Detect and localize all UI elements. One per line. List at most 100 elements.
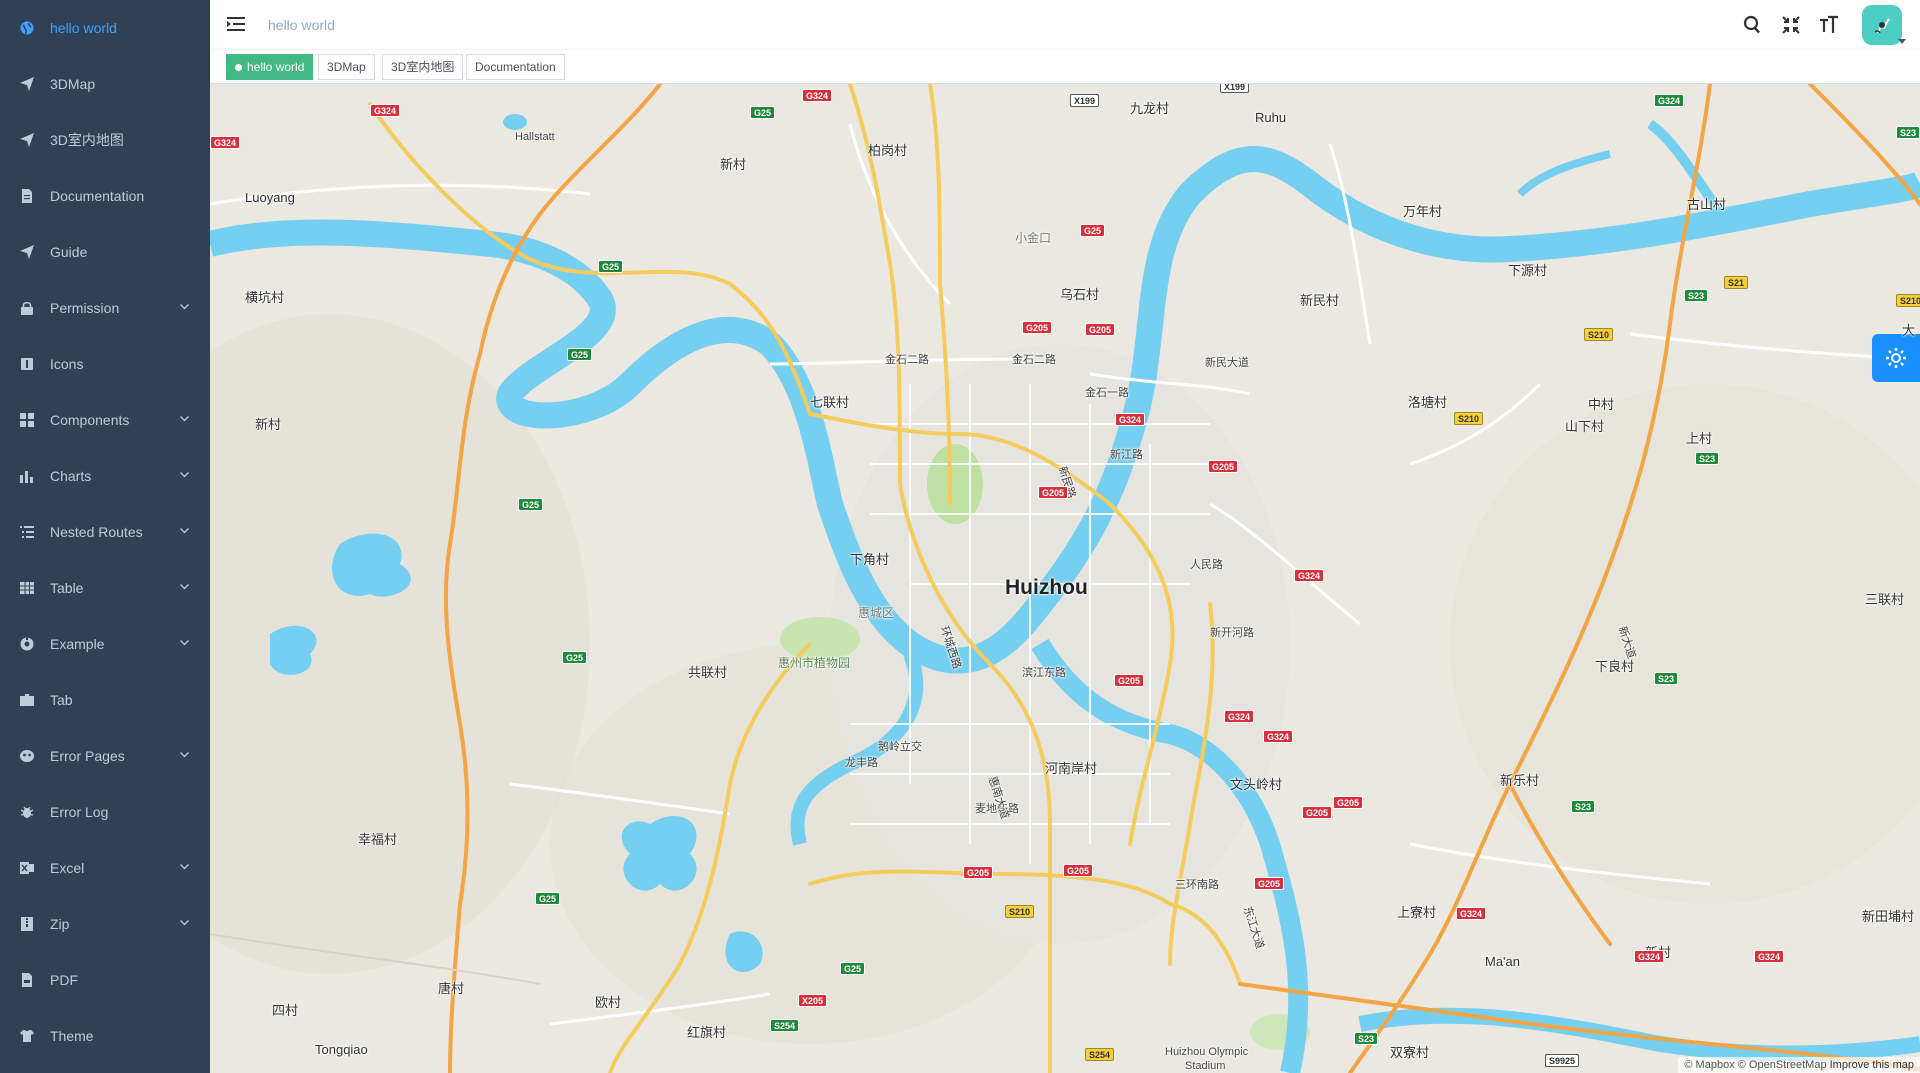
sidebar-item-example[interactable]: Example xyxy=(0,616,210,672)
road-shield: G324 xyxy=(1115,413,1146,426)
lock-icon xyxy=(20,301,34,315)
road-shield: G205 xyxy=(1254,877,1285,890)
sidebar-item-icons[interactable]: Icons xyxy=(0,336,210,392)
map[interactable]: Hallstatt Luoyang 新村 横坑村 新村 柏岗村 九龙村 Ruhu 小金口 乌石村金… xyxy=(210,84,1920,1073)
map-place-label: 柏岗村 xyxy=(868,143,908,158)
road-shield: G324 xyxy=(1263,730,1294,743)
sidebar-item-label: Icons xyxy=(50,356,84,372)
sidebar-item-nested-routes[interactable]: Nested Routes xyxy=(0,504,210,560)
sidebar-item-error-pages[interactable]: Error Pages xyxy=(0,728,210,784)
sidebar-item-tab[interactable]: Tab xyxy=(0,672,210,728)
map-place-label: 双寮村 xyxy=(1390,1045,1430,1060)
sidebar-item-zip[interactable]: Zip xyxy=(0,896,210,952)
sidebar: hello world 3DMap 3D室内地图 Documentation Guide… xyxy=(0,0,210,1073)
map-place-label: 滨江东路 xyxy=(1022,667,1066,679)
error-pages-icon xyxy=(20,749,34,763)
table-icon xyxy=(20,581,34,595)
sidebar-item-label: Zip xyxy=(50,916,70,932)
sidebar-item-permission[interactable]: Permission xyxy=(0,280,210,336)
road-shield: G205 xyxy=(1063,864,1094,877)
road-shield: S23 xyxy=(1654,672,1679,685)
components-icon xyxy=(20,413,34,427)
map-place-label: 红旗村 xyxy=(687,1025,727,1040)
map-place-label: 上寮村 xyxy=(1397,905,1437,920)
tag-0[interactable]: hello world xyxy=(226,54,314,80)
road-shield: G324 xyxy=(210,136,241,149)
sidebar-item-label: Components xyxy=(50,412,130,428)
map-place-label: 横坑村 xyxy=(245,290,285,305)
sidebar-item-pdf[interactable]: PDF xyxy=(0,952,210,1008)
sidebar-item-theme[interactable]: Theme xyxy=(0,1008,210,1064)
theme-icon xyxy=(20,1029,34,1043)
map-place-label: 新开河路 xyxy=(1210,627,1254,639)
map-place-label: 新江路 xyxy=(1110,449,1143,461)
sidebar-item-label: PDF xyxy=(50,972,78,988)
sidebar-item-hello-world[interactable]: hello world xyxy=(0,0,210,56)
map-place-label: Tongqiao xyxy=(315,1042,368,1057)
search-icon[interactable] xyxy=(1734,0,1772,50)
map-place-label: 四村 xyxy=(272,1003,299,1018)
sidebar-item-label: Error Log xyxy=(50,804,109,820)
sidebar-item-components[interactable]: Components xyxy=(0,392,210,448)
improve-map-link[interactable]: Improve this map xyxy=(1830,1059,1914,1071)
road-shield: S210 xyxy=(1005,905,1035,918)
sidebar-item-3dmap[interactable]: 3DMap xyxy=(0,56,210,112)
tag-2[interactable]: 3D室内地图 xyxy=(382,54,464,80)
map-place-label: 三环南路 xyxy=(1175,879,1219,891)
map-place-label: Huizhou Olympic xyxy=(1165,1046,1249,1058)
sidebar-item-error-log[interactable]: Error Log xyxy=(0,784,210,840)
sidebar-item-label: Error Pages xyxy=(50,748,125,764)
road-shield: S254 xyxy=(1085,1048,1115,1061)
map-place-label: 惠州市植物园 xyxy=(778,656,851,670)
sidebar-item-table[interactable]: Table xyxy=(0,560,210,616)
map-place-label: 金石二路 xyxy=(885,354,929,366)
chevron-down-icon xyxy=(180,528,189,536)
road-shield: G25 xyxy=(1080,224,1106,237)
sidebar-item-label: Nested Routes xyxy=(50,524,143,540)
road-shield: S23 xyxy=(1571,800,1596,813)
tags-view: hello world 3DMap 3D室内地图 Documentation xyxy=(210,50,1920,84)
road-shield: G205 xyxy=(963,866,994,879)
chevron-down-icon xyxy=(180,864,189,872)
settings-gear-button[interactable] xyxy=(1872,334,1920,382)
map-place-label: 幸福村 xyxy=(358,832,398,847)
sidebar-item-label: 3D室内地图 xyxy=(50,132,124,148)
road-shield: G205 xyxy=(1208,460,1239,473)
sidebar-item-excel[interactable]: Excel xyxy=(0,840,210,896)
map-place-label: Luoyang xyxy=(245,190,295,205)
map-place-label: 三联村 xyxy=(1865,592,1905,607)
map-place-label: 唐村 xyxy=(438,981,465,996)
sidebar-item-label: Tab xyxy=(50,692,73,708)
hamburger-icon[interactable] xyxy=(227,16,245,32)
map-place-label: 新民村 xyxy=(1300,293,1340,308)
avatar[interactable] xyxy=(1862,5,1902,45)
map-place-label: Stadium xyxy=(1185,1060,1226,1072)
paper-plane-icon xyxy=(20,133,34,147)
breadcrumb: hello world xyxy=(268,17,335,33)
fullscreen-exit-icon[interactable] xyxy=(1772,0,1810,50)
road-shield: S23 xyxy=(1896,126,1920,139)
road-shield: G324 xyxy=(370,104,401,117)
map-place-label: Ruhu xyxy=(1255,110,1287,125)
map-place-label: 人民路 xyxy=(1190,559,1223,571)
sidebar-item-3d[interactable]: 3D室内地图 xyxy=(0,112,210,168)
map-attribution: © Mapbox © OpenStreetMap Improve this ma… xyxy=(1678,1057,1920,1073)
map-place-label: 七联村 xyxy=(810,395,850,410)
paper-plane-icon xyxy=(20,77,34,91)
sidebar-item-guide[interactable]: Guide xyxy=(0,224,210,280)
tag-1[interactable]: 3DMap xyxy=(318,54,375,80)
map-place-label: 大 xyxy=(1902,323,1916,338)
right-menu xyxy=(1734,0,1920,50)
excel-icon xyxy=(20,861,34,875)
map-place-label: 龙丰路 xyxy=(845,757,878,769)
attribution-text: © Mapbox © OpenStreetMap xyxy=(1684,1059,1827,1071)
sidebar-item-documentation[interactable]: Documentation xyxy=(0,168,210,224)
font-size-icon[interactable] xyxy=(1810,0,1848,50)
road-shield: G205 xyxy=(1302,806,1333,819)
avatar-dropdown[interactable] xyxy=(1848,0,1920,50)
map-city-label: Huizhou xyxy=(1005,576,1088,599)
sidebar-item-charts[interactable]: Charts xyxy=(0,448,210,504)
road-shield: S254 xyxy=(770,1019,800,1032)
sidebar-item-label: Charts xyxy=(50,468,92,484)
tag-3[interactable]: Documentation xyxy=(466,54,565,80)
